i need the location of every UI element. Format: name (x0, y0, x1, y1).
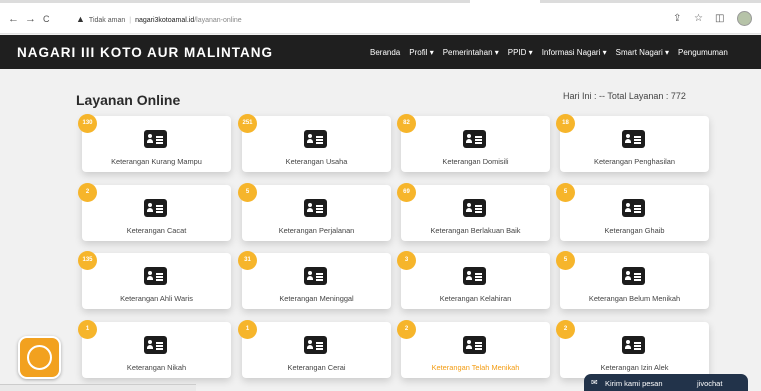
id-card-icon (144, 199, 167, 217)
share-icon[interactable]: ⇪ (673, 13, 681, 25)
id-card-icon (622, 267, 645, 285)
menu-ppid[interactable]: PPID ▾ (508, 48, 533, 57)
page-title: Layanan Online (76, 92, 181, 108)
menu-pengumuman[interactable]: Pengumuman (678, 48, 728, 57)
service-card-label: Keterangan Penghasilan (594, 157, 675, 166)
service-card-label: Keterangan Nikah (126, 363, 187, 372)
service-card[interactable]: 1 Keterangan Cerai (238, 320, 391, 378)
service-card[interactable]: 135 Keterangan Ahli Waris (78, 251, 231, 309)
reload-icon[interactable]: C (43, 13, 50, 25)
request-count-badge: 130 (78, 114, 97, 133)
service-card[interactable]: 130 Keterangan Kurang Mampu (78, 114, 231, 172)
request-count-badge: 18 (556, 114, 575, 133)
service-card-label: Keterangan Telah Menikah (431, 363, 520, 372)
service-card[interactable]: 3 Keterangan Kelahiran (397, 251, 550, 309)
side-panel-icon[interactable]: ◫ (715, 13, 724, 25)
service-card[interactable]: 5 Keterangan Ghaib (556, 183, 709, 241)
service-card[interactable]: 5 Keterangan Belum Menikah (556, 251, 709, 309)
request-count-badge: 5 (238, 183, 257, 202)
browser-status-bar (0, 384, 196, 391)
menu-informasi-nagari[interactable]: Informasi Nagari ▾ (542, 48, 607, 57)
id-card-icon (622, 130, 645, 148)
not-secure-warning-icon: ▲ (76, 14, 85, 24)
request-count-badge: 2 (556, 320, 575, 339)
request-count-badge: 69 (397, 183, 416, 202)
bookmark-star-icon[interactable]: ☆ (694, 13, 703, 25)
id-card-icon (622, 336, 645, 354)
service-card-label: Keterangan Usaha (285, 157, 348, 166)
service-card-label: Keterangan Perjalanan (278, 226, 355, 235)
url-path: /layanan-online (194, 17, 242, 24)
service-card-label: Keterangan Meninggal (279, 294, 354, 303)
not-secure-label: Tidak aman (88, 17, 126, 24)
service-card-label: Keterangan Ghaib (604, 226, 665, 235)
service-card[interactable]: 2 Keterangan Telah Menikah (397, 320, 550, 378)
id-card-icon (622, 199, 645, 217)
browser-toolbar: ← → C ▲ Tidak aman | nagari3kotoamal.id/lay… (0, 0, 761, 34)
request-count-badge: 31 (238, 251, 257, 270)
url-host: nagari3kotoamal.id (135, 17, 195, 24)
chat-brand: jivochat (697, 379, 723, 388)
id-card-icon (304, 267, 327, 285)
service-card[interactable]: 2 Keterangan Izin Alek (556, 320, 709, 378)
service-card-label: Keterangan Cerai (287, 363, 346, 372)
address-bar[interactable]: ▲ Tidak aman | nagari3kotoamal.id/layanan-o… (76, 13, 242, 27)
request-count-badge: 251 (238, 114, 257, 133)
service-card-label: Keterangan Izin Alek (600, 363, 669, 372)
forward-arrow-icon[interactable]: → (25, 13, 36, 25)
id-card-icon (144, 336, 167, 354)
service-card-label: Keterangan Belum Menikah (588, 294, 681, 303)
browser-tab-strip (0, 0, 470, 3)
menu-pemerintahan[interactable]: Pemerintahan ▾ (443, 48, 499, 57)
message-icon: ✉ (591, 378, 598, 387)
request-count-badge: 82 (397, 114, 416, 133)
id-card-icon (463, 336, 486, 354)
chat-prompt: Kirim kami pesan (605, 379, 663, 388)
request-count-badge: 5 (556, 251, 575, 270)
id-card-icon (304, 336, 327, 354)
menu-smart-nagari[interactable]: Smart Nagari ▾ (616, 48, 669, 57)
logo-emblem-icon (27, 345, 52, 370)
service-card-label: Keterangan Cacat (126, 226, 187, 235)
site-header: NAGARI III KOTO AUR MALINTANG Beranda Pr… (0, 35, 761, 69)
site-brand[interactable]: NAGARI III KOTO AUR MALINTANG (17, 45, 273, 60)
id-card-icon (304, 130, 327, 148)
id-card-icon (463, 267, 486, 285)
service-card[interactable]: 251 Keterangan Usaha (238, 114, 391, 172)
service-card-label: Keterangan Kelahiran (439, 294, 512, 303)
service-card[interactable]: 18 Keterangan Penghasilan (556, 114, 709, 172)
id-card-icon (304, 199, 327, 217)
request-count-badge: 3 (397, 251, 416, 270)
back-arrow-icon[interactable]: ← (8, 13, 19, 25)
id-card-icon (463, 199, 486, 217)
id-card-icon (144, 267, 167, 285)
request-count-badge: 2 (78, 183, 97, 202)
service-card[interactable]: 69 Keterangan Berlakuan Baik (397, 183, 550, 241)
service-card-label: Keterangan Kurang Mampu (111, 157, 202, 166)
request-count-badge: 1 (78, 320, 97, 339)
request-count-badge: 5 (556, 183, 575, 202)
service-card[interactable]: 31 Keterangan Meninggal (238, 251, 391, 309)
browser-tab-strip-right (540, 0, 761, 3)
service-stats: Hari Ini : -- Total Layanan : 772 (563, 91, 686, 101)
service-card-label: Keterangan Domisili (442, 157, 509, 166)
menu-profil[interactable]: Profil ▾ (409, 48, 433, 57)
service-card[interactable]: 2 Keterangan Cacat (78, 183, 231, 241)
request-count-badge: 2 (397, 320, 416, 339)
service-card-label: Keterangan Ahli Waris (120, 294, 193, 303)
menu-beranda[interactable]: Beranda (370, 48, 400, 57)
service-card[interactable]: 82 Keterangan Domisili (397, 114, 550, 172)
request-count-badge: 135 (78, 251, 97, 270)
nagari-logo-badge[interactable] (18, 336, 61, 379)
service-card[interactable]: 5 Keterangan Perjalanan (238, 183, 391, 241)
profile-avatar[interactable] (737, 11, 752, 26)
service-card-label: Keterangan Berlakuan Baik (430, 226, 521, 235)
id-card-icon (144, 130, 167, 148)
request-count-badge: 1 (238, 320, 257, 339)
live-chat-widget[interactable]: ✉ Kirim kami pesan jivochat (584, 374, 748, 391)
main-menu: Beranda Profil ▾ Pemerintahan ▾ PPID ▾ I… (370, 48, 728, 57)
id-card-icon (463, 130, 486, 148)
service-card[interactable]: 1 Keterangan Nikah (78, 320, 231, 378)
